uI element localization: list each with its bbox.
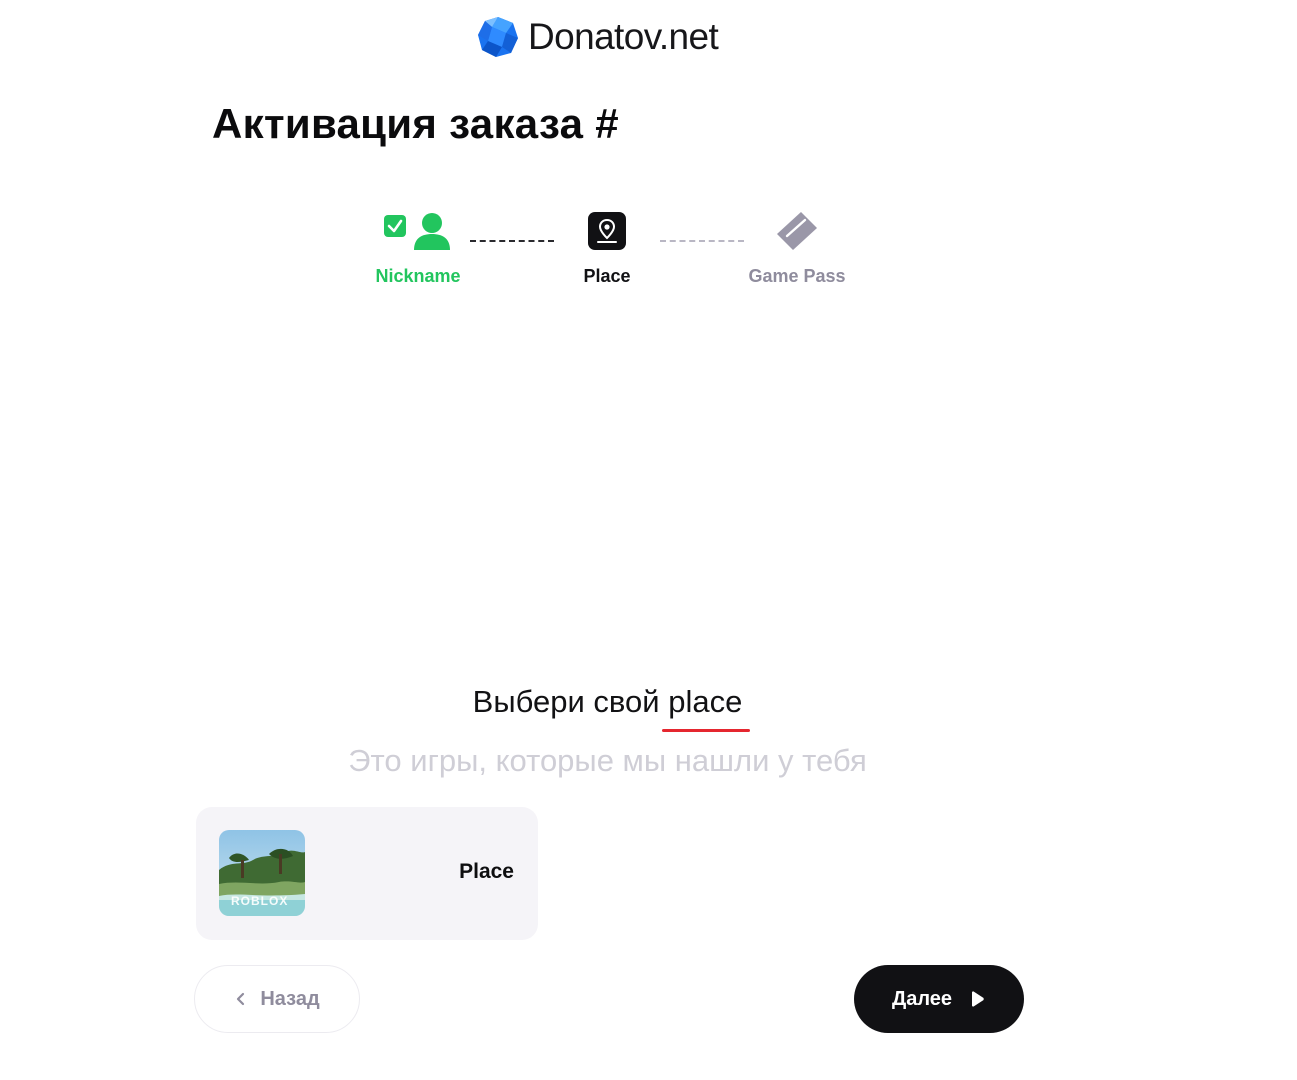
- heading-prefix: Выбери свой: [472, 684, 660, 719]
- play-icon: [972, 991, 984, 1007]
- step-game-pass[interactable]: Game Pass: [735, 208, 859, 287]
- logo-gem-icon: [478, 17, 518, 57]
- step-connector: [470, 240, 554, 242]
- step-label-game-pass: Game Pass: [748, 266, 846, 286]
- ticket-icon: [777, 212, 817, 250]
- step-place[interactable]: Place: [557, 208, 657, 287]
- section-heading: Выбери свой place: [0, 684, 1215, 732]
- step-label-nickname: Nickname: [375, 266, 461, 286]
- step-label-place: Place: [583, 266, 631, 286]
- check-user-icon: [384, 213, 450, 250]
- next-button-label: Далее: [891, 987, 953, 1010]
- page-title: Активация заказа #: [212, 100, 619, 147]
- section-subheading: Это игры, которые мы нашли у тебя: [348, 743, 867, 778]
- next-button[interactable]: Далее: [854, 965, 1024, 1033]
- place-thumbnail: ROBLOX: [219, 830, 305, 916]
- brand-logo[interactable]: Donatov.net: [476, 14, 719, 60]
- step-connector: [660, 240, 744, 242]
- place-card[interactable]: ROBLOX Place: [196, 807, 538, 940]
- back-button[interactable]: Назад: [194, 965, 360, 1033]
- map-pin-icon: [588, 212, 626, 250]
- chevron-left-icon: [237, 992, 245, 1006]
- brand-name: Donatov.net: [528, 16, 719, 57]
- place-name: Place: [459, 860, 514, 883]
- back-button-label: Назад: [260, 987, 320, 1010]
- heading-highlight: place: [662, 684, 751, 732]
- roblox-wordmark: ROBLOX: [231, 894, 289, 908]
- step-nickname[interactable]: Nickname: [358, 208, 478, 287]
